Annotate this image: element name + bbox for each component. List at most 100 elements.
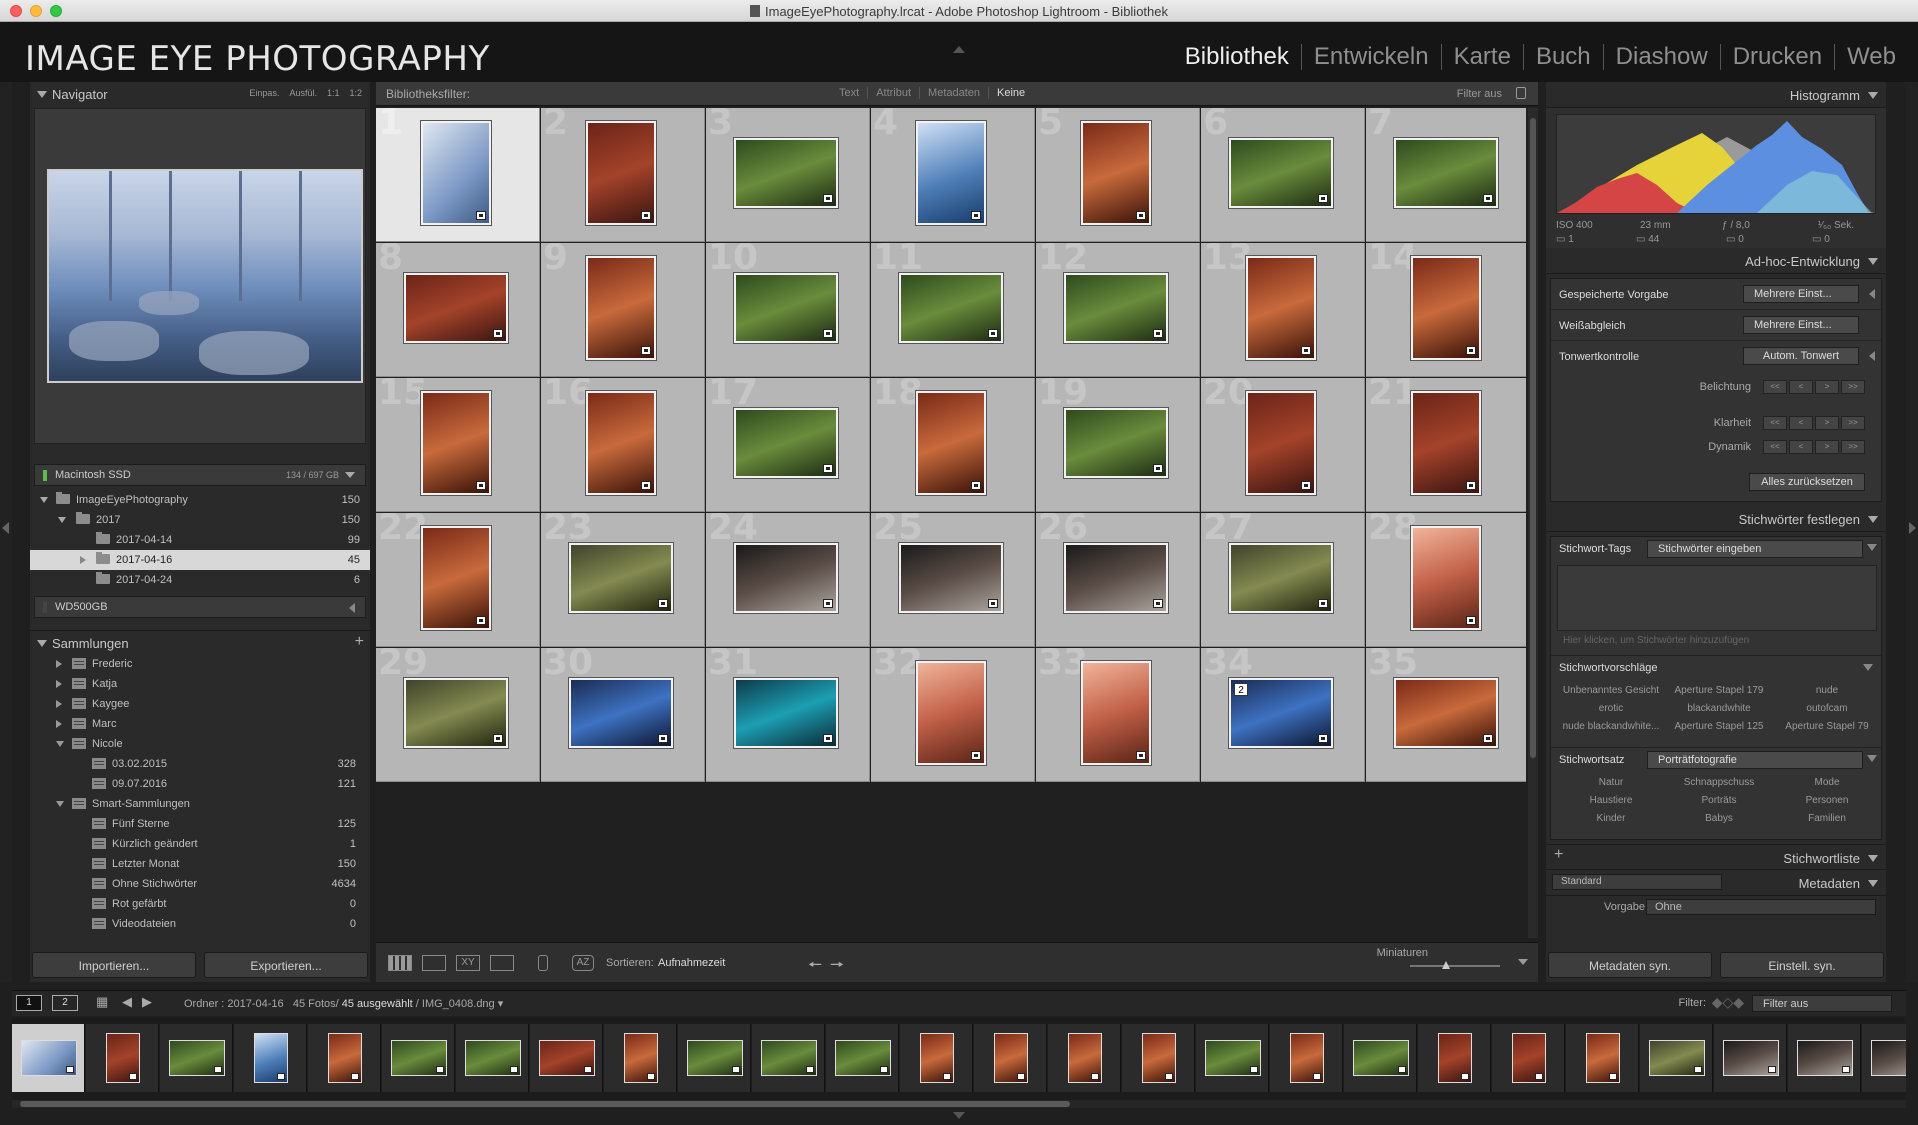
collapse-left-panel-arrow-icon[interactable] (2, 522, 9, 534)
grid-cell[interactable]: 30 (541, 648, 705, 782)
photo-thumbnail[interactable] (421, 391, 491, 495)
metadata-badge-icon[interactable] (1318, 599, 1328, 608)
filmstrip-cell[interactable] (1418, 1024, 1491, 1092)
filmstrip-thumbnail[interactable] (686, 1040, 743, 1076)
grid-cell[interactable]: 27 (1201, 513, 1365, 647)
collections-header[interactable]: Sammlungen + (30, 630, 370, 654)
filmstrip-cell[interactable] (160, 1024, 233, 1092)
photo-thumbnail[interactable] (421, 121, 491, 225)
filmstrip-cell[interactable] (1344, 1024, 1417, 1092)
filmstrip-cell[interactable] (974, 1024, 1047, 1092)
histogram-header[interactable]: Histogramm (1546, 82, 1886, 108)
expand-triangle-icon[interactable] (1869, 289, 1875, 299)
filter-preset-select[interactable]: Filter aus (1457, 88, 1502, 100)
folder-expand-triangle-icon[interactable] (80, 556, 86, 564)
collection-row[interactable]: Kürzlich geändert 1 (30, 834, 370, 854)
stack-count-badge[interactable]: 2 (1234, 683, 1248, 696)
expand-triangle-icon[interactable] (1869, 351, 1875, 361)
photo-thumbnail[interactable] (1081, 661, 1151, 765)
photo-thumbnail[interactable] (569, 678, 673, 748)
filmstrip-cell[interactable] (1862, 1024, 1906, 1092)
right-edge-toggle[interactable] (1906, 82, 1918, 982)
volume-expand-triangle-icon[interactable] (345, 472, 355, 478)
filmstrip-thumbnail[interactable] (1352, 1040, 1409, 1076)
navigator-zoom-option[interactable]: 1:1 (327, 88, 340, 98)
keyword-chip[interactable]: erotic (1555, 703, 1667, 714)
photo-thumbnail[interactable] (1394, 138, 1498, 208)
grid-cell[interactable]: 28 (1366, 513, 1526, 647)
sort-select[interactable]: Aufnahmezeit (658, 957, 725, 969)
collection-row[interactable]: Smart-Sammlungen (30, 794, 370, 814)
folder-expand-triangle-icon[interactable] (58, 517, 66, 523)
filmstrip-cell[interactable] (826, 1024, 899, 1092)
step-up-button[interactable]: > (1815, 440, 1839, 454)
photo-thumbnail[interactable] (1064, 273, 1168, 343)
navigator-preview[interactable] (34, 108, 366, 444)
add-collection-plus-icon[interactable]: + (355, 633, 364, 651)
keyword-chip[interactable]: Mode (1771, 777, 1883, 788)
collection-expand-triangle-icon[interactable] (56, 741, 64, 747)
metadata-badge-icon[interactable] (1466, 481, 1476, 490)
expand-triangle-icon[interactable] (1867, 755, 1877, 762)
grid-cell[interactable]: 5 (1036, 108, 1200, 242)
lock-icon[interactable] (1516, 87, 1526, 99)
collection-row[interactable]: 09.07.2016 121 (30, 774, 370, 794)
filmstrip-thumbnail[interactable] (760, 1040, 817, 1076)
photo-thumbnail[interactable] (734, 138, 838, 208)
photo-thumbnail[interactable] (734, 678, 838, 748)
grid-scrollbar[interactable] (1528, 108, 1538, 938)
step-up-button[interactable]: > (1815, 380, 1839, 394)
photo-thumbnail[interactable] (1411, 391, 1481, 495)
collection-expand-triangle-icon[interactable] (56, 801, 64, 807)
collection-expand-triangle-icon[interactable] (56, 700, 62, 708)
metadata-badge-icon[interactable] (988, 599, 998, 608)
folder-row[interactable]: 2017-04-14 99 (30, 530, 370, 550)
main-window-button[interactable]: 1 (16, 995, 42, 1011)
photo-thumbnail[interactable] (586, 121, 656, 225)
grid-cell[interactable]: 35 (1366, 648, 1526, 782)
keyword-chip[interactable]: Natur (1555, 777, 1667, 788)
photo-thumbnail[interactable] (1229, 543, 1333, 613)
step-up-button[interactable]: > (1815, 416, 1839, 430)
keywording-header[interactable]: Stichwörter festlegen (1546, 506, 1886, 532)
module-karte[interactable]: Karte (1440, 44, 1523, 70)
module-buch[interactable]: Buch (1522, 44, 1603, 70)
filmstrip-thumbnail[interactable] (1722, 1040, 1779, 1076)
grid-cell[interactable]: 23 (541, 513, 705, 647)
filmstrip-thumbnail[interactable] (538, 1040, 595, 1076)
grid-cell[interactable]: 11 (871, 243, 1035, 377)
keyword-chip[interactable]: Familien (1771, 813, 1883, 824)
filmstrip-cell[interactable] (1270, 1024, 1343, 1092)
filmstrip-cell[interactable] (456, 1024, 529, 1092)
folder-row[interactable]: 2017-04-24 6 (30, 570, 370, 590)
photo-thumbnail[interactable] (1394, 678, 1498, 748)
keyword-tags-textbox[interactable] (1557, 565, 1877, 631)
metadata-badge-icon[interactable] (493, 734, 503, 743)
photo-thumbnail[interactable] (1064, 543, 1168, 613)
step-up-large-button[interactable]: >> (1841, 440, 1865, 454)
collection-row[interactable]: Rot gefärbt 0 (30, 894, 370, 914)
filmstrip-thumbnail[interactable] (993, 1033, 1028, 1083)
metadata-badge-icon[interactable] (641, 346, 651, 355)
grid-cell[interactable]: 9 (541, 243, 705, 377)
folder-row[interactable]: 2017 150 (30, 510, 370, 530)
grid-cell[interactable]: 29 (376, 648, 540, 782)
filmstrip-thumbnail[interactable] (1511, 1033, 1546, 1083)
step-down-button[interactable]: < (1789, 440, 1813, 454)
sync-settings-button[interactable]: Einstell. syn. (1720, 952, 1884, 978)
collection-row[interactable]: Ohne Stichwörter 4634 (30, 874, 370, 894)
metadata-badge-icon[interactable] (476, 616, 486, 625)
compare-view-icon[interactable]: XY (456, 955, 480, 971)
collection-row[interactable]: Videodateien 0 (30, 914, 370, 934)
metadata-badge-icon[interactable] (1318, 734, 1328, 743)
sync-metadata-button[interactable]: Metadaten syn. (1548, 952, 1712, 978)
photo-thumbnail[interactable] (1411, 256, 1481, 360)
step-up-large-button[interactable]: >> (1841, 380, 1865, 394)
grid-cell[interactable]: 1 (376, 108, 540, 242)
filmstrip-thumbnail[interactable] (1870, 1040, 1906, 1076)
collection-expand-triangle-icon[interactable] (56, 660, 62, 668)
metadata-badge-icon[interactable] (1153, 599, 1163, 608)
collection-row[interactable]: Fünf Sterne 125 (30, 814, 370, 834)
photo-thumbnail[interactable] (899, 543, 1003, 613)
filmstrip-scrollbar[interactable] (12, 1100, 1906, 1108)
